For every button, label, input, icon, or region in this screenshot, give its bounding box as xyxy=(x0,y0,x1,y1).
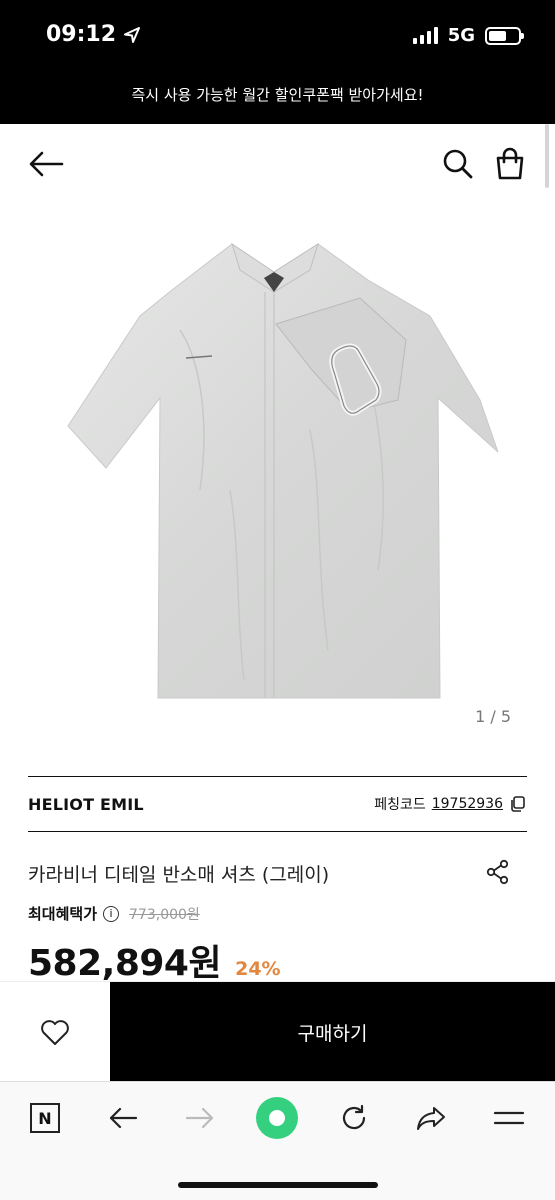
browser-back-button[interactable] xyxy=(101,1098,145,1138)
promo-banner[interactable]: 즉시 사용 가능한 월간 할인쿠폰팩 받아가세요! xyxy=(0,84,555,105)
browser-share-button[interactable] xyxy=(409,1098,453,1138)
buy-button[interactable]: 구매하기 xyxy=(110,982,555,1082)
info-icon[interactable]: i xyxy=(103,905,120,922)
product-title: 카라비너 디테일 반소매 셔츠 (그레이) xyxy=(28,864,330,886)
sale-price: 582,894원 xyxy=(28,943,222,984)
home-indicator[interactable] xyxy=(178,1182,378,1188)
status-time: 09:12 xyxy=(46,22,142,47)
signal-icon xyxy=(412,27,438,44)
browser-forward-button[interactable] xyxy=(178,1098,222,1138)
price-row: 582,894원 24% xyxy=(28,934,281,986)
network-label: 5G xyxy=(447,25,475,46)
original-price: 773,000원 xyxy=(129,906,200,923)
green-dot-icon xyxy=(256,1097,298,1139)
status-bar: 09:12 5G 즉시 사용 가능한 월간 할인쿠폰팩 받아가세요! xyxy=(0,0,555,124)
naver-home-button[interactable]: N xyxy=(23,1098,67,1138)
reload-button[interactable] xyxy=(332,1098,376,1138)
brand-row: HELIOT EMIL 페칭코드 19752936 xyxy=(28,776,527,832)
green-dot-button[interactable] xyxy=(255,1097,299,1139)
time-text: 09:12 xyxy=(46,22,117,47)
copy-icon[interactable] xyxy=(509,795,527,813)
search-button[interactable] xyxy=(440,146,476,182)
code-value[interactable]: 19752936 xyxy=(432,796,503,812)
like-button[interactable] xyxy=(0,982,110,1082)
back-button[interactable] xyxy=(26,146,66,182)
battery-icon xyxy=(485,26,524,45)
product-code: 페칭코드 19752936 xyxy=(374,794,527,814)
scrollbar[interactable] xyxy=(545,124,549,188)
status-indicators: 5G xyxy=(412,25,524,46)
discount-rate: 24% xyxy=(235,958,281,980)
forward-arrow-icon xyxy=(185,1107,214,1129)
share-nodes-icon xyxy=(486,859,509,885)
cart-button[interactable] xyxy=(492,146,528,182)
product-image[interactable] xyxy=(60,230,500,700)
code-label: 페칭코드 xyxy=(374,797,426,813)
app-header xyxy=(0,124,555,204)
gallery-counter: 1 / 5 xyxy=(475,707,511,726)
heart-icon xyxy=(41,1020,69,1045)
browser-menu-button[interactable] xyxy=(487,1098,531,1138)
share-icon xyxy=(417,1107,445,1130)
purchase-action-bar: 구매하기 xyxy=(0,981,555,1082)
shirt-illustration xyxy=(67,242,499,699)
share-button[interactable] xyxy=(485,858,511,886)
search-icon xyxy=(443,149,473,179)
menu-icon xyxy=(493,1111,525,1125)
reload-icon xyxy=(342,1104,366,1130)
location-arrow-icon xyxy=(124,26,141,43)
naver-icon: N xyxy=(30,1103,60,1133)
benefit-label: 최대혜택가 xyxy=(28,905,98,923)
arrow-left-icon xyxy=(29,151,64,177)
brand-name[interactable]: HELIOT EMIL xyxy=(28,795,144,814)
back-arrow-icon xyxy=(109,1107,138,1129)
benefit-row: 최대혜택가 i 773,000원 xyxy=(28,903,200,924)
shopping-bag-icon xyxy=(496,147,524,180)
